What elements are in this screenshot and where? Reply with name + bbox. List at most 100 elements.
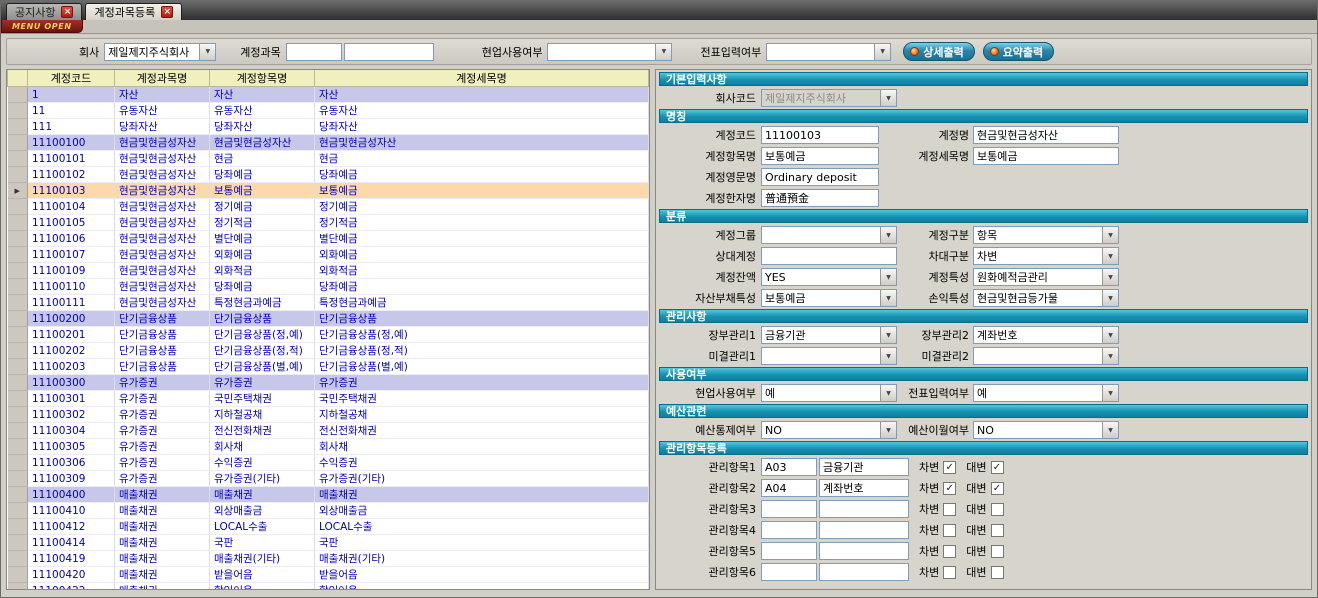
row-gutter[interactable] bbox=[8, 503, 28, 519]
book-mgmt2-combo[interactable]: 계좌번호 ▼ bbox=[973, 326, 1119, 344]
cell-item-name[interactable]: 매출채권(기타) bbox=[210, 551, 315, 567]
cell-account-name[interactable]: 현금및현금성자산 bbox=[115, 199, 210, 215]
debit-checkbox[interactable]: ✓ bbox=[943, 482, 956, 495]
cell-account-name[interactable]: 현금및현금성자산 bbox=[115, 167, 210, 183]
cell-account-code[interactable]: 11100420 bbox=[28, 567, 115, 583]
row-gutter[interactable] bbox=[8, 263, 28, 279]
table-row[interactable]: 11100422매출채권할인어음할인어음 bbox=[8, 583, 649, 591]
cell-item-name[interactable]: LOCAL수출 bbox=[210, 519, 315, 535]
table-row[interactable]: ▶11100103현금및현금성자산보통예금보통예금 bbox=[8, 183, 649, 199]
cell-item-name[interactable]: 외상매출금 bbox=[210, 503, 315, 519]
table-row[interactable]: 11100420매출채권받을어음받을어음 bbox=[8, 567, 649, 583]
cell-item-name[interactable]: 단기금융상품(정,예) bbox=[210, 327, 315, 343]
row-gutter[interactable] bbox=[8, 167, 28, 183]
cell-detail-name[interactable]: 정기적금 bbox=[315, 215, 649, 231]
credit-checkbox[interactable] bbox=[991, 503, 1004, 516]
cell-item-name[interactable]: 별단예금 bbox=[210, 231, 315, 247]
cell-item-name[interactable]: 국민주택채권 bbox=[210, 391, 315, 407]
cell-account-code[interactable]: 11100305 bbox=[28, 439, 115, 455]
credit-checkbox[interactable] bbox=[991, 566, 1004, 579]
cell-account-name[interactable]: 자산 bbox=[115, 87, 210, 103]
account-detail-input[interactable] bbox=[973, 147, 1119, 165]
counter-account-input[interactable] bbox=[761, 247, 897, 265]
cell-account-code[interactable]: 11100309 bbox=[28, 471, 115, 487]
cell-detail-name[interactable]: 매출채권(기타) bbox=[315, 551, 649, 567]
cell-item-name[interactable]: 자산 bbox=[210, 87, 315, 103]
account-trait-combo[interactable]: 원화예적금관리 ▼ bbox=[973, 268, 1119, 286]
debit-checkbox[interactable] bbox=[943, 566, 956, 579]
detail-print-button[interactable]: 상세출력 bbox=[903, 42, 974, 61]
row-gutter[interactable] bbox=[8, 471, 28, 487]
pending-mgmt2-combo[interactable]: ▼ bbox=[973, 347, 1119, 365]
cell-item-name[interactable]: 유동자산 bbox=[210, 103, 315, 119]
table-row[interactable]: 11100203단기금융상품단기금융상품(별,예)단기금융상품(별,예) bbox=[8, 359, 649, 375]
debit-credit-type-combo[interactable]: 차변 ▼ bbox=[973, 247, 1119, 265]
menu-open-button[interactable]: MENU OPEN bbox=[1, 20, 83, 33]
account-hanja-input[interactable] bbox=[761, 189, 879, 207]
cell-detail-name[interactable]: 정기예금 bbox=[315, 199, 649, 215]
cell-account-code[interactable]: 11100400 bbox=[28, 487, 115, 503]
credit-checkbox[interactable] bbox=[991, 545, 1004, 558]
cell-account-name[interactable]: 매출채권 bbox=[115, 503, 210, 519]
cell-account-code[interactable]: 11100419 bbox=[28, 551, 115, 567]
tab-notice[interactable]: 공지사항 × bbox=[6, 3, 82, 20]
cell-account-name[interactable]: 현금및현금성자산 bbox=[115, 183, 210, 199]
cell-account-name[interactable]: 유가증권 bbox=[115, 423, 210, 439]
cell-detail-name[interactable]: 현금및현금성자산 bbox=[315, 135, 649, 151]
cell-detail-name[interactable]: 단기금융상품(정,적) bbox=[315, 343, 649, 359]
cell-detail-name[interactable]: 수익증권 bbox=[315, 455, 649, 471]
table-row[interactable]: 11100412매출채권LOCAL수출LOCAL수출 bbox=[8, 519, 649, 535]
cell-detail-name[interactable]: 유동자산 bbox=[315, 103, 649, 119]
cell-account-name[interactable]: 현금및현금성자산 bbox=[115, 215, 210, 231]
table-row[interactable]: 11100102현금및현금성자산당좌예금당좌예금 bbox=[8, 167, 649, 183]
cell-detail-name[interactable]: 할인어음 bbox=[315, 583, 649, 591]
cell-detail-name[interactable]: 당좌예금 bbox=[315, 279, 649, 295]
cell-item-name[interactable]: 당좌예금 bbox=[210, 279, 315, 295]
cell-account-code[interactable]: 11 bbox=[28, 103, 115, 119]
debit-checkbox[interactable] bbox=[943, 545, 956, 558]
cell-account-code[interactable]: 11100202 bbox=[28, 343, 115, 359]
mgmt-item-code-input[interactable] bbox=[761, 521, 817, 539]
cell-item-name[interactable]: 지하철공채 bbox=[210, 407, 315, 423]
table-row[interactable]: 11100111현금및현금성자산특정현금과예금특정현금과예금 bbox=[8, 295, 649, 311]
cell-account-code[interactable]: 11100104 bbox=[28, 199, 115, 215]
table-row[interactable]: 11100110현금및현금성자산당좌예금당좌예금 bbox=[8, 279, 649, 295]
mgmt-item-name-input[interactable] bbox=[819, 479, 909, 497]
table-row[interactable]: 11100100현금및현금성자산현금및현금성자산현금및현금성자산 bbox=[8, 135, 649, 151]
cell-account-name[interactable]: 유동자산 bbox=[115, 103, 210, 119]
cell-detail-name[interactable]: 받을어음 bbox=[315, 567, 649, 583]
cell-account-code[interactable]: 11100200 bbox=[28, 311, 115, 327]
cell-detail-name[interactable]: 당좌예금 bbox=[315, 167, 649, 183]
cell-detail-name[interactable]: 외상매출금 bbox=[315, 503, 649, 519]
col-header-item[interactable]: 계정항목명 bbox=[210, 70, 315, 87]
cell-item-name[interactable]: 보통예금 bbox=[210, 183, 315, 199]
table-row[interactable]: 11100419매출채권매출채권(기타)매출채권(기타) bbox=[8, 551, 649, 567]
table-row[interactable]: 1자산자산자산 bbox=[8, 87, 649, 103]
pending-mgmt1-combo[interactable]: ▼ bbox=[761, 347, 897, 365]
cell-account-code[interactable]: 1 bbox=[28, 87, 115, 103]
cell-item-name[interactable]: 회사채 bbox=[210, 439, 315, 455]
cell-item-name[interactable]: 당좌예금 bbox=[210, 167, 315, 183]
mgmt-item-name-input[interactable] bbox=[819, 563, 909, 581]
account-balance-combo[interactable]: YES ▼ bbox=[761, 268, 897, 286]
cell-item-name[interactable]: 특정현금과예금 bbox=[210, 295, 315, 311]
row-gutter[interactable] bbox=[8, 583, 28, 591]
cell-detail-name[interactable]: 현금 bbox=[315, 151, 649, 167]
cell-account-code[interactable]: 11100100 bbox=[28, 135, 115, 151]
row-gutter[interactable] bbox=[8, 119, 28, 135]
table-row[interactable]: 11100302유가증권지하철공채지하철공채 bbox=[8, 407, 649, 423]
row-gutter[interactable] bbox=[8, 375, 28, 391]
account-type-combo[interactable]: 항목 ▼ bbox=[973, 226, 1119, 244]
col-header-code[interactable]: 계정코드 bbox=[28, 70, 115, 87]
cell-account-name[interactable]: 현금및현금성자산 bbox=[115, 295, 210, 311]
row-gutter[interactable] bbox=[8, 135, 28, 151]
credit-checkbox[interactable]: ✓ bbox=[991, 461, 1004, 474]
tab-account-registration[interactable]: 계정과목등록 × bbox=[85, 3, 182, 20]
row-gutter[interactable] bbox=[8, 439, 28, 455]
col-header-detail[interactable]: 계정세목명 bbox=[315, 70, 649, 87]
mgmt-item-name-input[interactable] bbox=[819, 500, 909, 518]
row-gutter[interactable] bbox=[8, 343, 28, 359]
cell-item-name[interactable]: 단기금융상품 bbox=[210, 311, 315, 327]
row-gutter[interactable] bbox=[8, 551, 28, 567]
col-header-name[interactable]: 계정과목명 bbox=[115, 70, 210, 87]
